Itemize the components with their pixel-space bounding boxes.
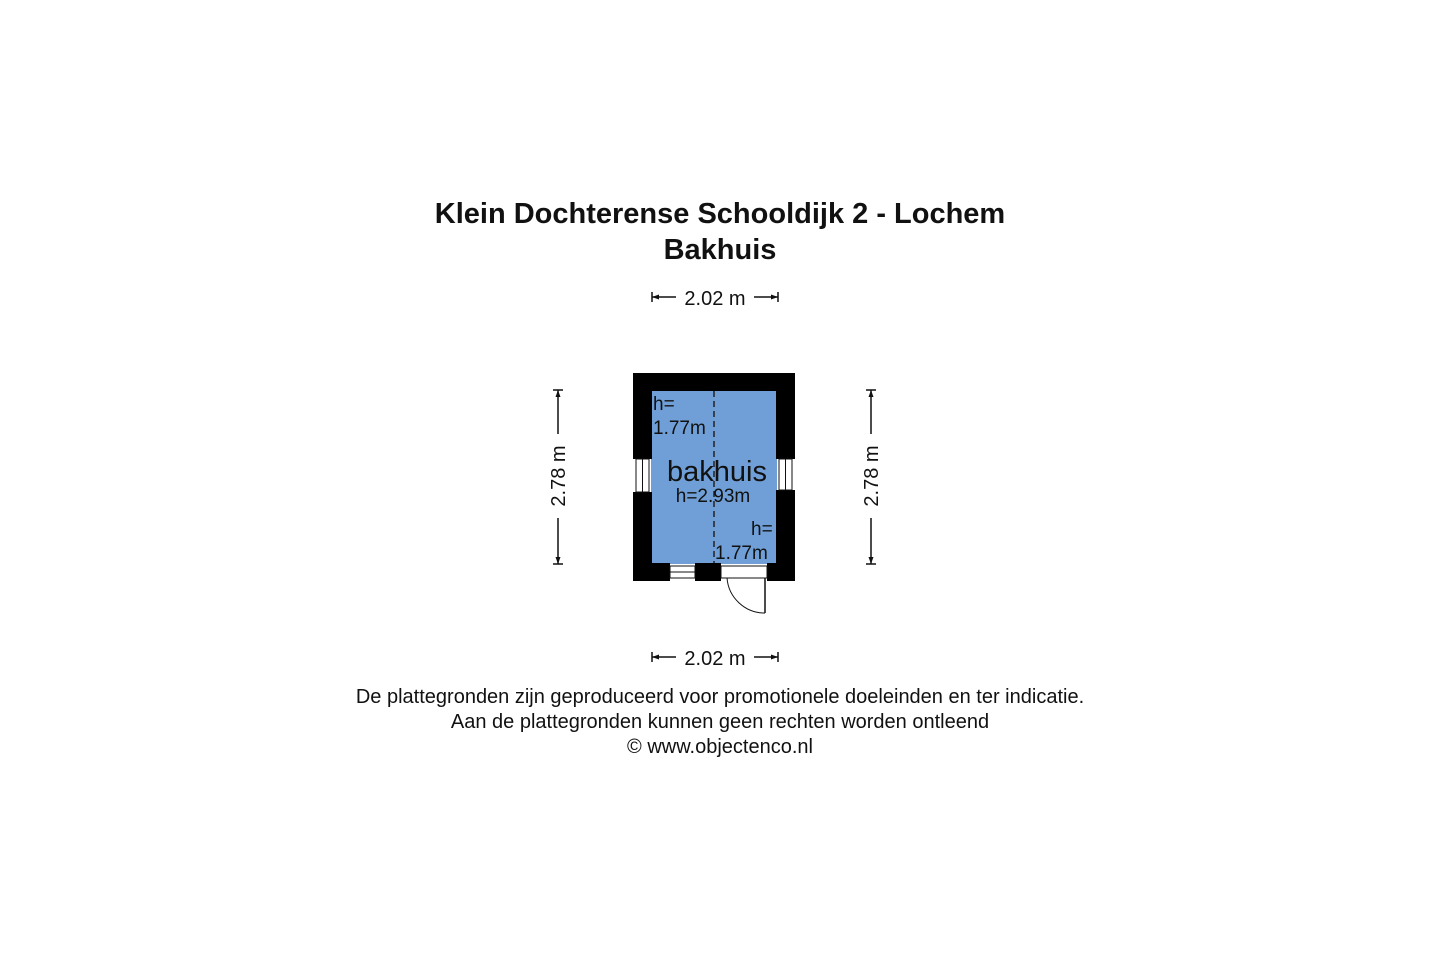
dimension-right-label: 2.78 m xyxy=(861,445,883,506)
wall-bottom-right xyxy=(767,563,795,581)
wall-bottom-middle xyxy=(695,563,721,581)
disclaimer-line-2: Aan de plattegronden kunnen geen rechten… xyxy=(450,711,990,733)
dimension-bottom: 2.02 m xyxy=(651,648,779,670)
door-swing xyxy=(726,577,766,614)
dimension-right: 2.78 m xyxy=(861,389,883,565)
wall-bottom-left xyxy=(633,563,670,581)
dimension-left: 2.78 m xyxy=(548,389,570,565)
eave-height-right-1: h= xyxy=(751,519,773,540)
dimension-left-label: 2.78 m xyxy=(548,445,570,506)
dimension-top: 2.02 m xyxy=(651,288,779,310)
copyright-line: © www.objectenco.nl xyxy=(627,736,813,758)
disclaimer-line-1: De plattegronden zijn geproduceerd voor … xyxy=(355,686,1085,708)
eave-height-left-1: h= xyxy=(653,394,675,415)
wall-left-upper xyxy=(633,373,652,459)
room-center-height: h=2.93m xyxy=(676,486,750,507)
wall-right-upper xyxy=(776,373,795,459)
dimension-top-label: 2.02 m xyxy=(684,288,745,310)
window-left xyxy=(635,458,650,493)
window-bottom xyxy=(669,565,696,579)
door xyxy=(720,565,768,614)
wall-top xyxy=(633,373,795,391)
room-name: bakhuis xyxy=(667,456,767,488)
floor-plan: 2.02 m 2.02 m 2.78 m 2.78 m h= 1.77m bak… xyxy=(548,288,883,670)
window-right xyxy=(778,458,793,491)
eave-height-right-2: 1.77m xyxy=(715,543,768,564)
dimension-bottom-label: 2.02 m xyxy=(684,648,745,670)
eave-height-left-2: 1.77m xyxy=(653,418,706,439)
